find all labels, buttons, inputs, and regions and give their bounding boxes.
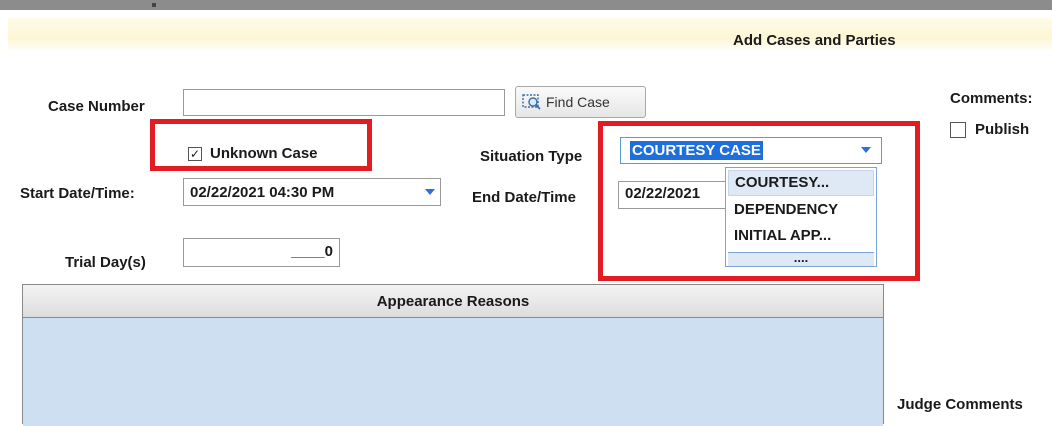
comments-label: Comments:	[950, 90, 1033, 107]
dropdown-option[interactable]: COURTESY...	[728, 170, 874, 196]
start-datetime-label: Start Date/Time:	[20, 185, 135, 202]
window-top-bar	[0, 0, 1052, 10]
unknown-case-checkbox[interactable]: ✓	[188, 146, 202, 161]
start-datetime-value: 02/22/2021 04:30 PM	[190, 183, 335, 201]
appearance-reasons-list[interactable]	[23, 318, 883, 426]
situation-type-selected-value: COURTESY CASE	[630, 141, 763, 160]
find-case-label: Find Case	[546, 94, 610, 110]
end-datetime-label: End Date/Time	[472, 189, 576, 206]
publish-checkbox-row[interactable]: Publish	[950, 121, 1029, 138]
case-number-input[interactable]	[183, 89, 505, 116]
dropdown-option[interactable]: INITIAL APP...	[728, 224, 874, 250]
appearance-reasons-header: Appearance Reasons	[23, 285, 883, 318]
situation-type-label: Situation Type	[480, 148, 583, 165]
top-bar-marker	[152, 3, 156, 7]
situation-type-dropdown-arrow[interactable]	[856, 137, 876, 163]
situation-type-dropdown-list[interactable]: COURTESY... DEPENDENCY INITIAL APP... ..…	[725, 167, 877, 267]
search-icon	[522, 94, 541, 110]
find-case-button[interactable]: Find Case	[515, 86, 646, 118]
start-datetime-dropdown-arrow[interactable]	[420, 179, 440, 205]
unknown-case-checkbox-row[interactable]: ✓ Unknown Case	[188, 145, 318, 162]
unknown-case-label: Unknown Case	[210, 145, 318, 162]
trial-days-input[interactable]: ____0	[183, 238, 340, 267]
chevron-down-icon	[425, 189, 435, 195]
appearance-reasons-panel: Appearance Reasons	[22, 284, 884, 426]
page-title: Add Cases and Parties	[733, 32, 896, 49]
trial-days-label: Trial Day(s)	[65, 254, 146, 271]
publish-checkbox[interactable]	[950, 121, 966, 138]
chevron-down-icon	[861, 147, 871, 153]
start-datetime-input[interactable]: 02/22/2021 04:30 PM	[183, 178, 441, 206]
publish-label: Publish	[975, 121, 1030, 138]
dropdown-option[interactable]: DEPENDENCY	[728, 198, 874, 224]
judge-comments-label: Judge Comments	[897, 396, 1023, 413]
dropdown-more-option[interactable]: ....	[728, 251, 874, 266]
checkmark-icon: ✓	[189, 146, 201, 161]
case-number-label: Case Number	[48, 98, 145, 115]
